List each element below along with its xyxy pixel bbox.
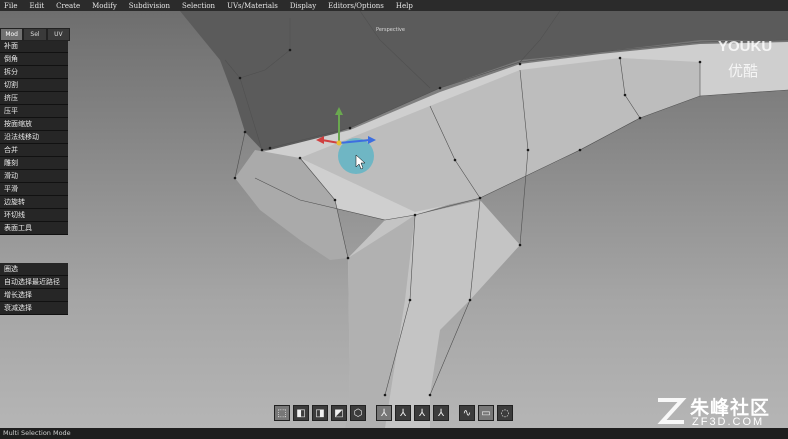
menu-selection[interactable]: Selection xyxy=(182,2,215,10)
bottom-toolbar: ⬚ ◧ ◨ ◩ ⬡ ⅄ ⅄ ⅄ ⅄ ∿ ▭ ◌ xyxy=(274,403,516,423)
tool-slide-button[interactable]: 滑动 xyxy=(0,170,68,183)
tool-loop-cut-button[interactable]: 环切线 xyxy=(0,209,68,222)
tool-surface-tools-button[interactable]: 表面工具 xyxy=(0,222,68,235)
site-url: ZF3D.COM xyxy=(692,416,765,428)
3d-viewport[interactable]: Perspective xyxy=(0,11,788,428)
menu-uvs-materials[interactable]: UVs/Materials xyxy=(227,2,278,10)
tool-edge-rotate-button[interactable]: 边旋转 xyxy=(0,196,68,209)
tool-falloff-selection-button[interactable]: 衰减选择 xyxy=(0,302,68,315)
panel-tabs: Mod Sel UV xyxy=(0,28,70,41)
tool-extrude-button[interactable]: 挤压 xyxy=(0,92,68,105)
tool-split-button[interactable]: 拆分 xyxy=(0,66,68,79)
cube-side-icon[interactable]: ◨ xyxy=(312,405,328,421)
tab-sel[interactable]: Sel xyxy=(23,28,47,41)
youku-watermark-cn: 优酷 xyxy=(728,63,759,80)
axis-screen-icon[interactable]: ⅄ xyxy=(433,405,449,421)
tool-panel: Mod Sel UV 补面 倒角 拆分 切割 挤压 压平 按面缩放 沿法线移动 … xyxy=(0,28,70,235)
tool-move-along-normal-button[interactable]: 沿法线移动 xyxy=(0,131,68,144)
tool-scale-by-face-button[interactable]: 按面缩放 xyxy=(0,118,68,131)
tool-sculpt-button[interactable]: 雕刻 xyxy=(0,157,68,170)
paint-select-icon[interactable]: ◌ xyxy=(497,405,513,421)
tool-grow-selection-button[interactable]: 增长选择 xyxy=(0,289,68,302)
axis-local-icon[interactable]: ⅄ xyxy=(376,405,392,421)
axis-world-icon[interactable]: ⅄ xyxy=(395,405,411,421)
tool-bevel-button[interactable]: 倒角 xyxy=(0,53,68,66)
tool-merge-button[interactable]: 合并 xyxy=(0,144,68,157)
tool-flatten-button[interactable]: 压平 xyxy=(0,105,68,118)
cube-top-icon[interactable]: ◩ xyxy=(331,405,347,421)
tool-auto-path-select-button[interactable]: 自动选择最近路径 xyxy=(0,276,68,289)
youku-watermark: YOUKU xyxy=(718,38,773,55)
tab-uv[interactable]: UV xyxy=(46,28,70,41)
menu-modify[interactable]: Modify xyxy=(92,2,117,10)
zf3d-watermark: 朱峰社区 ZF3D.COM xyxy=(652,392,782,434)
lasso-icon[interactable]: ∿ xyxy=(459,405,475,421)
menu-help[interactable]: Help xyxy=(396,2,413,10)
multi-select-icon[interactable]: ⬚ xyxy=(274,405,290,421)
menu-file[interactable]: File xyxy=(4,2,17,10)
menu-subdivision[interactable]: Subdivision xyxy=(129,2,170,10)
menu-create[interactable]: Create xyxy=(56,2,80,10)
menu-bar: File Edit Create Modify Subdivision Sele… xyxy=(0,0,788,11)
tool-fill-button[interactable]: 补面 xyxy=(0,40,68,53)
cube-front-icon[interactable]: ◧ xyxy=(293,405,309,421)
selection-tool-group: 圈选 自动选择最近路径 增长选择 衰减选择 xyxy=(0,263,70,315)
mesh-model[interactable] xyxy=(0,11,788,428)
menu-editors-options[interactable]: Editors/Options xyxy=(328,2,384,10)
box-select-icon[interactable]: ▭ xyxy=(478,405,494,421)
tool-cut-button[interactable]: 切割 xyxy=(0,79,68,92)
tool-smooth-button[interactable]: 平滑 xyxy=(0,183,68,196)
axis-object-icon[interactable]: ⅄ xyxy=(414,405,430,421)
menu-display[interactable]: Display xyxy=(290,2,316,10)
cube-outline-icon[interactable]: ⬡ xyxy=(350,405,366,421)
tool-lasso-select-button[interactable]: 圈选 xyxy=(0,263,68,276)
menu-edit[interactable]: Edit xyxy=(29,2,44,10)
viewport-label: Perspective xyxy=(376,27,405,33)
zf3d-logo-icon xyxy=(657,398,687,424)
